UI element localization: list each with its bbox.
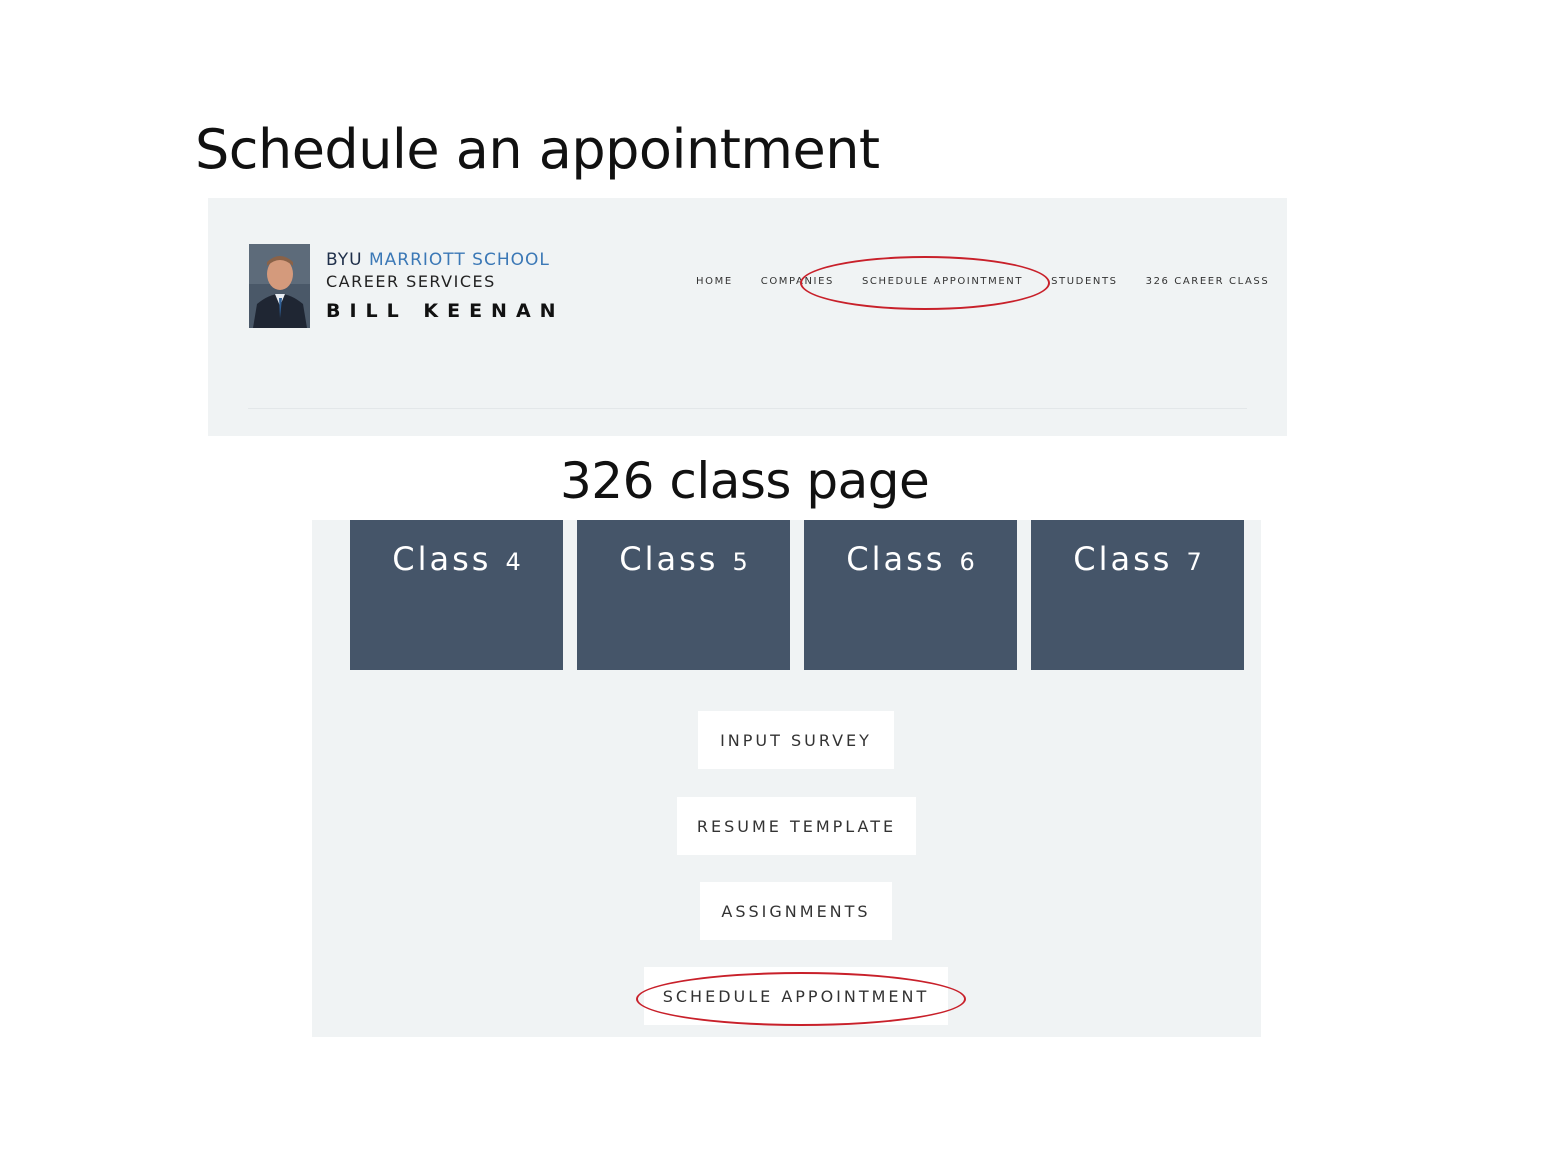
resume-template-button[interactable]: RESUME TEMPLATE: [677, 797, 916, 855]
class-page-screenshot: Class 4 Class 5 Class 6 Class 7 INPUT SURVEY…: [312, 520, 1261, 1037]
class-tile-5[interactable]: Class 5: [577, 520, 790, 670]
class-tile-7[interactable]: Class 7: [1031, 520, 1244, 670]
avatar: [249, 244, 310, 328]
brand-logo[interactable]: BYU MARRIOTT SCHOOL CAREER SERVICES BILL…: [326, 250, 565, 322]
brand-school: MARRIOTT SCHOOL: [368, 250, 550, 270]
main-nav: HOME COMPANIES SCHEDULE APPOINTMENT STUD…: [696, 276, 1297, 287]
class-tile-4[interactable]: Class 4: [350, 520, 563, 670]
class-tile-number: 4: [505, 548, 521, 576]
slide-title: Schedule an appointment: [195, 118, 880, 181]
nav-home[interactable]: HOME: [696, 276, 733, 287]
nav-326-career-class[interactable]: 326 CAREER CLASS: [1146, 276, 1270, 287]
portrait-image: [249, 244, 310, 328]
slide-subtitle: 326 class page: [560, 452, 930, 510]
brand-name: BILL KEENAN: [326, 300, 565, 322]
class-tile-label: Class: [1073, 540, 1173, 578]
website-header-screenshot: BYU MARRIOTT SCHOOL CAREER SERVICES BILL…: [208, 198, 1287, 436]
class-tile-number: 7: [1186, 548, 1202, 576]
class-tile-label: Class: [619, 540, 719, 578]
nav-companies[interactable]: COMPANIES: [761, 276, 834, 287]
class-tiles: Class 4 Class 5 Class 6 Class 7: [350, 520, 1244, 670]
assignments-button[interactable]: ASSIGNMENTS: [700, 882, 892, 940]
header-divider: [248, 408, 1247, 409]
brand-byu: BYU: [326, 250, 363, 270]
brand-services: CAREER SERVICES: [326, 272, 496, 291]
nav-schedule-appointment[interactable]: SCHEDULE APPOINTMENT: [862, 276, 1023, 287]
class-tile-label: Class: [392, 540, 492, 578]
class-tile-number: 5: [732, 548, 748, 576]
schedule-appointment-button[interactable]: SCHEDULE APPOINTMENT: [644, 967, 948, 1025]
class-tile-number: 6: [959, 548, 975, 576]
class-tile-label: Class: [846, 540, 946, 578]
class-tile-6[interactable]: Class 6: [804, 520, 1017, 670]
input-survey-button[interactable]: INPUT SURVEY: [698, 711, 894, 769]
nav-students[interactable]: STUDENTS: [1051, 276, 1118, 287]
